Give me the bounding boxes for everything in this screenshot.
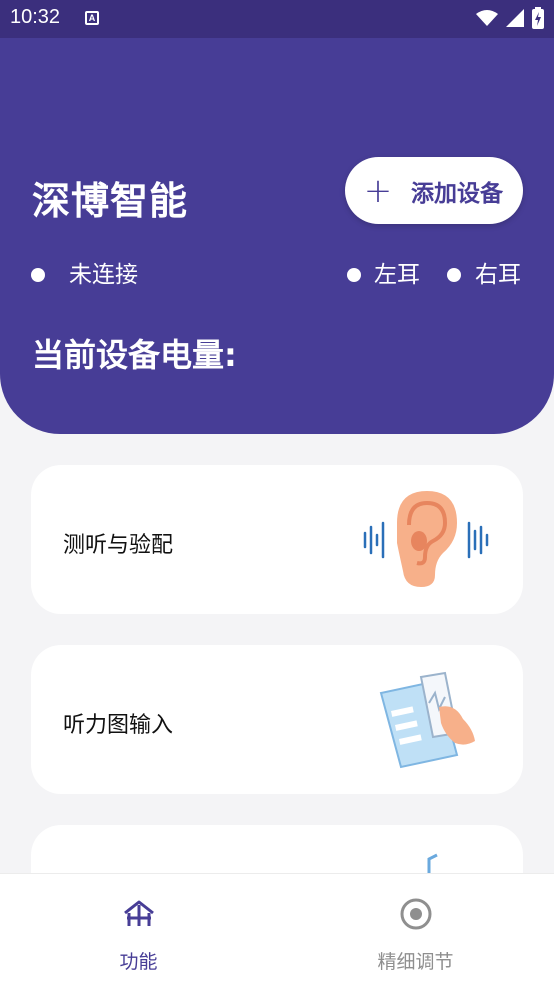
add-device-button[interactable]: + 添加设备 <box>345 157 523 224</box>
brand-title: 深博智能 <box>32 179 189 223</box>
card-title: 测听与验配 <box>63 533 174 558</box>
card-title: 听力图输入 <box>63 713 174 738</box>
left-ear-label[interactable]: 左耳 <box>374 262 420 288</box>
target-icon <box>400 898 431 930</box>
tab-label: 功能 <box>119 951 158 973</box>
status-time: 10:32 <box>10 6 61 28</box>
connection-row: 未连接 左耳 右耳 <box>0 260 554 290</box>
battery-level-label: 当前设备电量: <box>32 336 237 374</box>
left-ear-dot-icon <box>347 268 361 282</box>
notification-icon: A <box>85 11 99 25</box>
battery-icon <box>532 7 544 29</box>
home-icon <box>123 900 154 926</box>
card-hearing-test[interactable]: 测听与验配 <box>31 465 523 614</box>
ear-sound-icon <box>363 491 489 587</box>
right-ear-dot-icon <box>447 268 461 282</box>
system-icons <box>476 7 544 29</box>
right-ear-label[interactable]: 右耳 <box>475 262 521 288</box>
audiogram-tablet-icon <box>379 671 475 769</box>
add-device-label: 添加设备 <box>411 180 503 207</box>
card-audiogram-input[interactable]: 听力图输入 <box>31 645 523 794</box>
device-header: 深博智能 + 添加设备 未连接 左耳 右耳 当前设备电量: <box>0 38 554 434</box>
signal-icon <box>506 9 524 27</box>
connection-dot-icon <box>31 268 45 282</box>
status-bar: 10:32 A <box>0 0 554 38</box>
tab-label: 精细调节 <box>377 951 454 973</box>
wifi-icon <box>476 10 498 26</box>
bottom-navigation: 功能 精细调节 <box>0 873 554 984</box>
tab-functions[interactable]: 功能 <box>0 874 277 984</box>
tab-fine-tuning[interactable]: 精细调节 <box>277 874 554 984</box>
plus-icon: + <box>363 170 393 211</box>
connection-status: 未连接 <box>69 262 138 288</box>
